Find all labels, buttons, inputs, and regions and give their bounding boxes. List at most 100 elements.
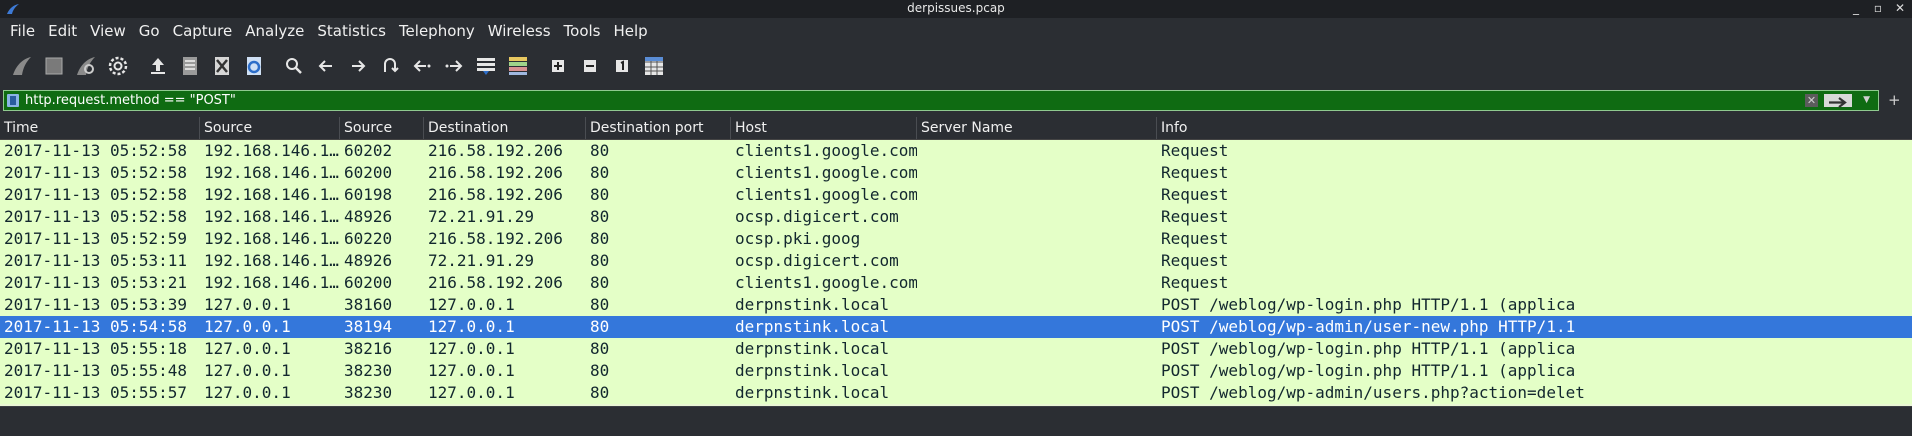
cell-source-port: 38230 — [344, 361, 393, 380]
menu-file[interactable]: File — [10, 22, 35, 40]
table-row[interactable]: 2017-11-13 05:54:58 127.0.0.1 38194 127.0.0… — [0, 316, 1912, 338]
cell-source-port: 60200 — [344, 273, 393, 292]
cell-destination: 127.0.0.1 — [428, 295, 515, 314]
table-row[interactable]: 2017-11-13 05:53:11 192.168.146.1… 48926 72… — [0, 250, 1912, 272]
cell-host: ocsp.digicert.com — [735, 207, 899, 226]
cell-destination: 216.58.192.206 — [428, 185, 563, 204]
cell-info: POST /weblog/wp-login.php HTTP/1.1 (appl… — [1161, 361, 1576, 380]
display-filter: ✕ ▼ — [3, 90, 1879, 111]
table-row[interactable]: 2017-11-13 05:55:57 127.0.0.1 38230 127.0.0… — [0, 382, 1912, 404]
zoom-out-button[interactable] — [576, 52, 604, 80]
column-header-destination[interactable]: Destination — [424, 117, 586, 139]
column-header-info[interactable]: Info — [1157, 117, 1912, 139]
start-capture-button[interactable] — [8, 52, 36, 80]
menu-tools[interactable]: Tools — [564, 22, 601, 40]
menu-bar: File Edit View Go Capture Analyze Statis… — [0, 18, 1912, 44]
table-row[interactable]: 2017-11-13 05:52:58 192.168.146.1… 48926 72… — [0, 206, 1912, 228]
menu-statistics[interactable]: Statistics — [317, 22, 386, 40]
cell-time: 2017-11-13 05:52:58 — [4, 163, 188, 182]
column-header-time[interactable]: Time — [0, 117, 200, 139]
table-row[interactable]: 2017-11-13 05:52:59 192.168.146.1… 60220 21… — [0, 228, 1912, 250]
table-row[interactable]: 2017-11-13 05:55:18 127.0.0.1 38216 127.0.0… — [0, 338, 1912, 360]
table-row[interactable]: 2017-11-13 05:52:58 192.168.146.1… 60198 21… — [0, 184, 1912, 206]
cell-source-port: 38216 — [344, 339, 393, 358]
column-header-server-name[interactable]: Server Name — [917, 117, 1157, 139]
stop-capture-icon — [45, 57, 63, 75]
cell-source-port: 60202 — [344, 141, 393, 160]
table-row[interactable]: 2017-11-13 05:53:39 127.0.0.1 38160 127.0.0… — [0, 294, 1912, 316]
cell-info: Request — [1161, 141, 1229, 160]
cell-server-name — [917, 140, 1157, 162]
column-header-destination-port[interactable]: Destination port — [586, 117, 731, 139]
table-row[interactable]: 2017-11-13 05:55:48 127.0.0.1 38230 127.0.0… — [0, 360, 1912, 382]
cell-time: 2017-11-13 05:53:21 — [4, 273, 188, 292]
cell-info: Request — [1161, 229, 1229, 248]
cell-host: clients1.google.com — [735, 185, 917, 204]
cell-host: derpnstink.local — [735, 339, 890, 358]
cell-destination: 216.58.192.206 — [428, 273, 563, 292]
close-file-button[interactable] — [208, 52, 236, 80]
cell-source-port: 60220 — [344, 229, 393, 248]
menu-analyze[interactable]: Analyze — [245, 22, 304, 40]
add-filter-button[interactable]: + — [1888, 91, 1901, 109]
clear-filter-button[interactable]: ✕ — [1805, 94, 1818, 107]
open-file-button[interactable] — [144, 52, 172, 80]
stop-capture-button[interactable] — [40, 52, 68, 80]
save-file-button[interactable] — [176, 52, 204, 80]
menu-capture[interactable]: Capture — [173, 22, 233, 40]
menu-view[interactable]: View — [90, 22, 126, 40]
resize-columns-button[interactable] — [640, 52, 668, 80]
cell-destination-port: 80 — [590, 207, 610, 226]
autoscroll-icon — [477, 58, 495, 75]
autoscroll-button[interactable] — [472, 52, 500, 80]
packet-list: Time Source Source port Destination Dest… — [0, 117, 1912, 406]
go-forward-button[interactable] — [344, 52, 372, 80]
packet-rows: 2017-11-13 05:52:58 192.168.146.1… 60202 21… — [0, 140, 1912, 404]
cell-source: 127.0.0.1 — [204, 295, 291, 314]
zoom-in-button[interactable] — [544, 52, 572, 80]
reload-file-button[interactable] — [240, 52, 268, 80]
cell-info: POST /weblog/wp-admin/user-new.php HTTP/… — [1161, 317, 1576, 336]
capture-options-button[interactable] — [104, 52, 132, 80]
close-button[interactable]: ✕ — [1892, 1, 1908, 15]
cell-destination: 72.21.91.29 — [428, 251, 534, 270]
table-row[interactable]: 2017-11-13 05:52:58 192.168.146.1… 60200 21… — [0, 162, 1912, 184]
bookmark-icon[interactable] — [7, 94, 19, 107]
menu-edit[interactable]: Edit — [48, 22, 77, 40]
cell-server-name — [917, 338, 1157, 360]
menu-telephony[interactable]: Telephony — [399, 22, 475, 40]
cell-source: 127.0.0.1 — [204, 361, 291, 380]
column-header-source[interactable]: Source — [200, 117, 340, 139]
colorize-button[interactable] — [504, 52, 532, 80]
menu-go[interactable]: Go — [139, 22, 160, 40]
first-packet-icon — [413, 60, 431, 72]
go-to-packet-button[interactable] — [376, 52, 404, 80]
restart-capture-button[interactable] — [72, 52, 100, 80]
resize-columns-icon — [645, 57, 663, 75]
cell-host: derpnstink.local — [735, 295, 890, 314]
maximize-button[interactable]: ▫ — [1870, 1, 1886, 15]
colorize-icon — [509, 57, 527, 75]
table-row[interactable]: 2017-11-13 05:53:21 192.168.146.1… 60200 21… — [0, 272, 1912, 294]
table-row[interactable]: 2017-11-13 05:52:58 192.168.146.1… 60202 21… — [0, 140, 1912, 162]
cell-info: Request — [1161, 207, 1229, 226]
minimize-button[interactable]: _ — [1848, 1, 1864, 15]
start-capture-icon — [13, 57, 31, 75]
display-filter-input[interactable] — [25, 92, 1805, 109]
column-header-host[interactable]: Host — [731, 117, 917, 139]
menu-wireless[interactable]: Wireless — [488, 22, 551, 40]
capture-options-icon — [108, 56, 128, 76]
cell-destination-port: 80 — [590, 251, 610, 270]
first-packet-button[interactable] — [408, 52, 436, 80]
find-packet-button[interactable] — [280, 52, 308, 80]
apply-filter-button[interactable] — [1824, 94, 1852, 108]
cell-info: POST /weblog/wp-admin/users.php?action=d… — [1161, 383, 1585, 402]
go-back-button[interactable] — [312, 52, 340, 80]
normal-size-button[interactable] — [608, 52, 636, 80]
last-packet-button[interactable] — [440, 52, 468, 80]
filter-dropdown-icon[interactable]: ▼ — [1863, 95, 1870, 105]
column-header-source-port[interactable]: Source port — [340, 117, 424, 158]
menu-help[interactable]: Help — [613, 22, 647, 40]
last-packet-icon — [445, 60, 463, 72]
cell-destination: 72.21.91.29 — [428, 207, 534, 226]
